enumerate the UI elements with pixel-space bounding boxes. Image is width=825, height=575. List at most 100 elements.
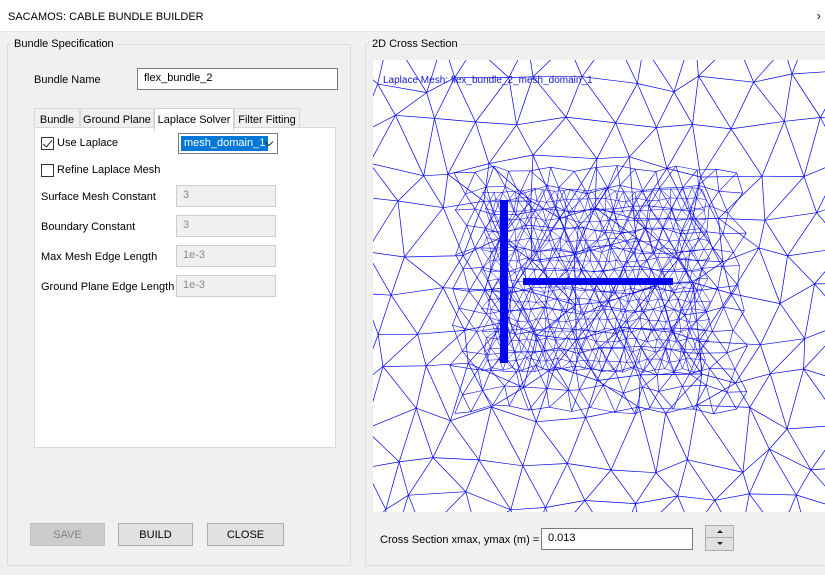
mesh-edge — [662, 209, 672, 211]
mesh-edge — [615, 83, 638, 124]
use-laplace-checkbox[interactable] — [41, 137, 54, 150]
mesh-edge — [701, 266, 723, 269]
mesh-edge — [673, 220, 676, 229]
mesh-plot: Laplace Mesh: flex_bundle_2_mesh_domain_… — [373, 60, 825, 512]
mesh-edge — [558, 218, 566, 228]
mesh-edge — [604, 328, 609, 343]
use-laplace-label: Use Laplace — [57, 137, 119, 149]
mesh-edge — [488, 154, 534, 164]
mesh-edge — [465, 491, 472, 512]
mesh-edge — [526, 327, 532, 339]
mesh-edge — [658, 298, 669, 301]
mesh-edge — [655, 339, 657, 353]
mesh-edge — [753, 81, 785, 122]
mesh-edge — [442, 174, 449, 208]
mesh-edge — [579, 240, 584, 251]
mesh-edge — [727, 391, 747, 393]
mesh-domain-select[interactable]: mesh_domain_1 — [178, 133, 278, 154]
mesh-edge — [572, 260, 578, 268]
mesh-edge — [698, 249, 705, 262]
mesh-edge — [612, 229, 617, 239]
mesh-edge — [529, 237, 538, 240]
mesh-edge — [804, 283, 815, 339]
cross-section-title: 2D Cross Section — [369, 38, 461, 50]
mesh-edge — [432, 457, 479, 461]
cross-section-spinner[interactable] — [705, 525, 734, 551]
mesh-edge — [558, 259, 569, 262]
mesh-edge — [589, 249, 591, 262]
mesh-edge — [501, 190, 516, 193]
mesh-edge — [483, 230, 493, 232]
mesh-edge — [704, 210, 706, 220]
cross-section-xmax-input[interactable]: 0.013 — [541, 528, 693, 550]
mesh-edge — [493, 210, 502, 213]
spinner-down-icon[interactable] — [706, 538, 733, 550]
mesh-edge — [565, 321, 574, 332]
tab-bundle[interactable]: Bundle — [34, 108, 80, 128]
mesh-edge — [474, 172, 487, 188]
mesh-edge — [466, 225, 486, 229]
tab-laplace-solver[interactable]: Laplace Solver — [154, 108, 234, 131]
mesh-edge — [730, 128, 763, 177]
mesh-edge — [803, 368, 825, 400]
mesh-edge — [483, 280, 488, 291]
boundary-constant-input[interactable]: 3 — [176, 215, 276, 237]
mesh-edge — [784, 73, 793, 122]
mesh-edge — [681, 198, 688, 211]
mesh-edge — [820, 117, 825, 128]
refine-laplace-mesh-checkbox[interactable] — [41, 164, 54, 177]
mesh-edge — [586, 332, 596, 339]
mesh-edge — [705, 500, 716, 512]
mesh-edge — [686, 338, 695, 351]
mesh-edge — [658, 189, 662, 201]
mesh-edge — [814, 283, 825, 285]
surface-mesh-constant-input[interactable]: 3 — [176, 185, 276, 207]
mesh-edge — [545, 218, 559, 221]
mesh-edge — [658, 228, 664, 240]
mesh-edge — [810, 449, 825, 471]
mesh-edge — [679, 360, 683, 369]
mesh-edge — [634, 248, 637, 262]
mesh-edge — [712, 330, 734, 332]
spinner-up-icon[interactable] — [706, 526, 733, 538]
mesh-edge — [641, 268, 650, 280]
mesh-edge — [447, 121, 476, 175]
mesh-edge — [605, 198, 619, 202]
mesh-edge — [700, 175, 763, 178]
mesh-edge — [507, 340, 516, 352]
mesh-edge — [462, 350, 488, 355]
mesh-edge — [426, 92, 435, 119]
close-button[interactable]: CLOSE — [207, 523, 284, 546]
mesh-edge — [573, 198, 580, 212]
max-mesh-edge-length-input[interactable]: 1e-3 — [176, 245, 276, 267]
mesh-edge — [566, 188, 571, 200]
mesh-edge — [552, 309, 559, 322]
mesh-edge — [442, 287, 466, 331]
tab-filter-fitting[interactable]: Filter Fitting — [234, 108, 300, 128]
mesh-edge — [718, 218, 724, 262]
build-button[interactable]: BUILD — [118, 523, 193, 546]
mesh-edge — [432, 420, 451, 458]
close-window-icon[interactable]: › — [817, 8, 821, 23]
tab-ground-plane[interactable]: Ground Plane — [80, 108, 154, 128]
mesh-edge — [661, 247, 675, 250]
mesh-edge — [397, 175, 424, 202]
mesh-edge — [553, 288, 565, 291]
mesh-edge — [662, 269, 675, 271]
mesh-edge — [516, 351, 529, 373]
mesh-edge — [618, 200, 623, 212]
mesh-edge — [508, 386, 520, 407]
mesh-edge — [687, 405, 698, 460]
save-button[interactable]: SAVE — [30, 523, 105, 546]
ground-plane-edge-length-input[interactable]: 1e-3 — [176, 275, 276, 297]
mesh-edge — [587, 198, 591, 210]
mesh-edge — [542, 202, 547, 210]
mesh-edge — [618, 191, 624, 201]
mesh-edge — [443, 200, 484, 209]
mesh-edge — [548, 370, 569, 391]
mesh-edge — [624, 346, 641, 348]
bundle-name-input[interactable]: flex_bundle_2 — [137, 68, 338, 90]
mesh-edge — [641, 348, 648, 360]
mesh-edge — [508, 311, 511, 318]
mesh-edge — [607, 319, 616, 330]
